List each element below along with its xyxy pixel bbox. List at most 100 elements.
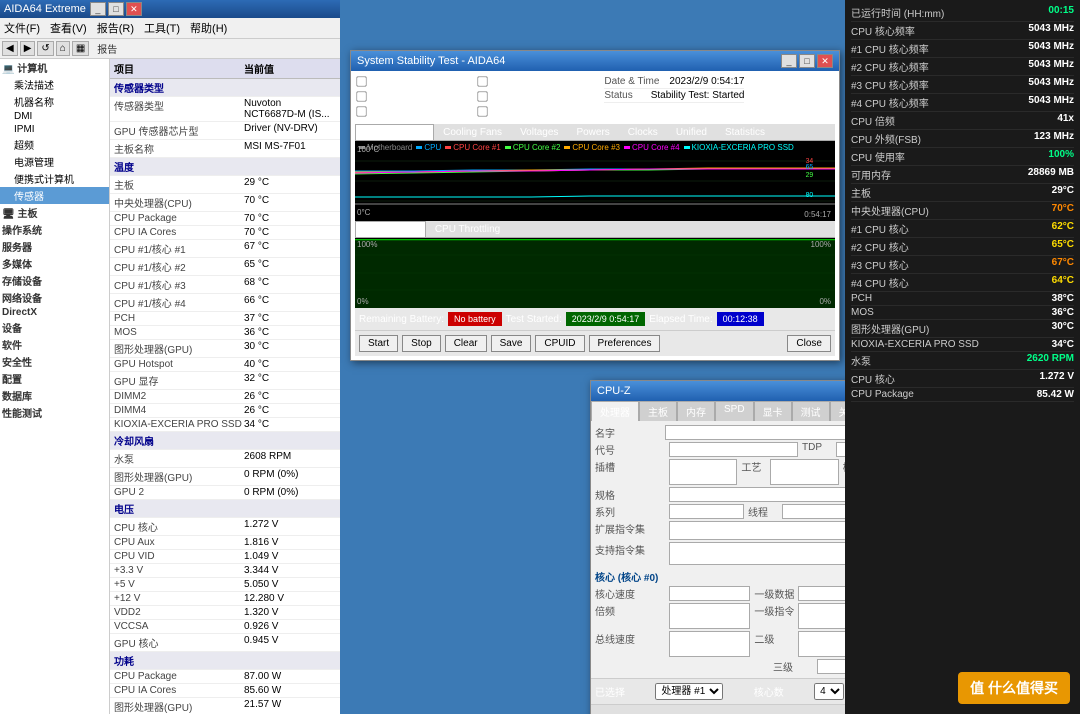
- check-memory[interactable]: Stress system memory: [476, 90, 595, 103]
- aida64-panel: AIDA64 Extreme _ □ ✕ 文件(F) 查看(V) 报告(R) 工…: [0, 0, 340, 714]
- tab-cpu-throttling[interactable]: CPU Throttling: [426, 221, 509, 237]
- tree-group-directx[interactable]: DirectX: [0, 306, 109, 319]
- checkbox-gpu[interactable]: [477, 106, 487, 116]
- tree-group-storage[interactable]: 存储设备: [0, 272, 109, 289]
- tree-ipmi[interactable]: IPMI: [0, 123, 109, 136]
- tree-group-config[interactable]: 配置: [0, 370, 109, 387]
- aida-row-value: 21.57 W: [244, 699, 336, 714]
- aida-row-label: MOS: [114, 327, 244, 338]
- cpuz-tab-processor[interactable]: 处理器: [591, 401, 639, 421]
- cpuz-tab-mainboard[interactable]: 主板: [639, 401, 677, 421]
- tree-group-server[interactable]: 服务器: [0, 238, 109, 255]
- cpuz-spec-label: 规格: [595, 487, 665, 502]
- tree-group-benchmark[interactable]: 性能测试: [0, 404, 109, 421]
- menu-view[interactable]: 查看(V): [50, 20, 87, 36]
- tree-dmi[interactable]: DMI: [0, 110, 109, 123]
- cpuz-tab-memory[interactable]: 内存: [677, 401, 715, 421]
- tree-group-security[interactable]: 安全性: [0, 353, 109, 370]
- cpuz-title: CPU-Z: [597, 385, 631, 397]
- aida-data-row: 图形处理器(GPU)21.57 W: [110, 698, 340, 714]
- btn-start[interactable]: Start: [359, 335, 398, 352]
- minimize-button[interactable]: _: [90, 2, 106, 16]
- cpuz-tab-gpu[interactable]: 显卡: [754, 401, 792, 421]
- cpuz-tab-spd[interactable]: SPD: [715, 401, 754, 421]
- check-fpu[interactable]: Stress FPU: [476, 75, 595, 88]
- cpuz-titlebar: CPU-Z _ □ ✕: [591, 381, 845, 401]
- right-row-value: 85.42 W: [1037, 389, 1074, 400]
- checkbox-cpu[interactable]: [356, 76, 366, 86]
- btn-preferences[interactable]: Preferences: [589, 335, 661, 352]
- tab-temperatures[interactable]: Temperatures: [355, 124, 434, 140]
- stability-close[interactable]: ✕: [817, 54, 833, 68]
- check-disk[interactable]: Stress local disks: [355, 105, 474, 118]
- tree-sensor[interactable]: 传感器: [0, 187, 109, 204]
- tree-group-os[interactable]: 操作系统: [0, 221, 109, 238]
- stability-minimize[interactable]: _: [781, 54, 797, 68]
- btn-stop[interactable]: Stop: [402, 335, 441, 352]
- btn-save[interactable]: Save: [491, 335, 532, 352]
- tree-group-mainboard[interactable]: 🖥 主板: [0, 204, 109, 221]
- right-data-row: #3 CPU 核心频率5043 MHz: [851, 76, 1074, 94]
- aida-data-row: DIMM426 °C: [110, 404, 340, 418]
- cpuz-bottom-bar: 已选择 处理器 #1 核心数 4 线程数 8: [591, 678, 845, 704]
- tab-unified[interactable]: Unified: [667, 124, 716, 140]
- aida-row-label: 主板名称: [114, 141, 244, 156]
- aida-data-row: CPU #1/核心 #368 °C: [110, 276, 340, 294]
- cpuz-tab-benchmark[interactable]: 测试: [792, 401, 830, 421]
- checkbox-fpu[interactable]: [477, 76, 487, 86]
- btn-close[interactable]: Close: [787, 335, 831, 352]
- tree-overclock[interactable]: 超频: [0, 136, 109, 153]
- tree-group-software[interactable]: 软件: [0, 336, 109, 353]
- cpuz-processor-select[interactable]: 处理器 #1: [655, 683, 723, 700]
- aida-row-value: 70 °C: [244, 195, 336, 210]
- toolbar-graph[interactable]: ▦: [72, 41, 89, 56]
- tree-system-desc[interactable]: 乘法描述: [0, 76, 109, 93]
- menu-tools[interactable]: 工具(T): [144, 20, 180, 36]
- btn-clear[interactable]: Clear: [445, 335, 487, 352]
- tab-cooling[interactable]: Cooling Fans: [434, 124, 511, 140]
- checkbox-cache[interactable]: [356, 91, 366, 101]
- checkbox-memory[interactable]: [477, 91, 487, 101]
- tab-statistics[interactable]: Statistics: [716, 124, 774, 140]
- tree-group-device[interactable]: 设备: [0, 319, 109, 336]
- checkbox-disk[interactable]: [356, 106, 366, 116]
- toolbar-refresh[interactable]: ↺: [37, 41, 53, 56]
- tree-machine-name[interactable]: 机器名称: [0, 93, 109, 110]
- menu-file[interactable]: 文件(F): [4, 20, 40, 36]
- stability-buttons: Start Stop Clear Save CPUID Preferences …: [355, 330, 835, 356]
- menu-report[interactable]: 报告(R): [97, 20, 134, 36]
- tab-voltages[interactable]: Voltages: [511, 124, 567, 140]
- close-button[interactable]: ✕: [126, 2, 142, 16]
- stability-tabs: Temperatures Cooling Fans Voltages Power…: [355, 124, 835, 141]
- check-cpu[interactable]: Stress CPU: [355, 75, 474, 88]
- tree-portable[interactable]: 便携式计算机: [0, 170, 109, 187]
- maximize-button[interactable]: □: [108, 2, 124, 16]
- toolbar-home[interactable]: ⌂: [56, 41, 70, 56]
- tab-powers[interactable]: Powers: [567, 124, 618, 140]
- tree-power-mgmt[interactable]: 电源管理: [0, 153, 109, 170]
- cpu-chart-svg: [355, 238, 835, 308]
- tree-group-network[interactable]: 网络设备: [0, 289, 109, 306]
- check-gpu[interactable]: Stress GPU(s): [476, 105, 595, 118]
- right-row-label: CPU Package: [851, 389, 914, 400]
- tree-group-computer[interactable]: 💻 计算机: [0, 59, 109, 76]
- aida-row-value: [244, 80, 336, 95]
- toolbar-forward[interactable]: ▶: [20, 41, 36, 56]
- tab-cpu-usage[interactable]: CPU Usage: [355, 221, 426, 237]
- menu-help[interactable]: 帮助(H): [190, 20, 227, 36]
- tree-group-database[interactable]: 数据库: [0, 387, 109, 404]
- aida-data-row: GPU 20 RPM (0%): [110, 486, 340, 500]
- tree-group-multimedia[interactable]: 多媒体: [0, 255, 109, 272]
- cpuz-cores-select[interactable]: 4: [814, 683, 844, 700]
- cpuz-core-speed-label: 核心速度: [595, 586, 665, 601]
- chart-y-top: 100°C: [357, 145, 379, 154]
- cpuz-voltage-label: 核心电压: [843, 459, 845, 485]
- check-cache[interactable]: Stress cache: [355, 90, 474, 103]
- right-panel: 已运行时间 (HH:mm) 00:15 CPU 核心频率5043 MHz#1 C…: [845, 0, 1080, 714]
- tab-clocks[interactable]: Clocks: [619, 124, 667, 140]
- stability-maximize[interactable]: □: [799, 54, 815, 68]
- svg-text:80: 80: [806, 192, 814, 199]
- cpuz-tab-about[interactable]: 关于: [830, 401, 845, 421]
- btn-cpuid[interactable]: CPUID: [535, 335, 584, 352]
- toolbar-back[interactable]: ◀: [2, 41, 18, 56]
